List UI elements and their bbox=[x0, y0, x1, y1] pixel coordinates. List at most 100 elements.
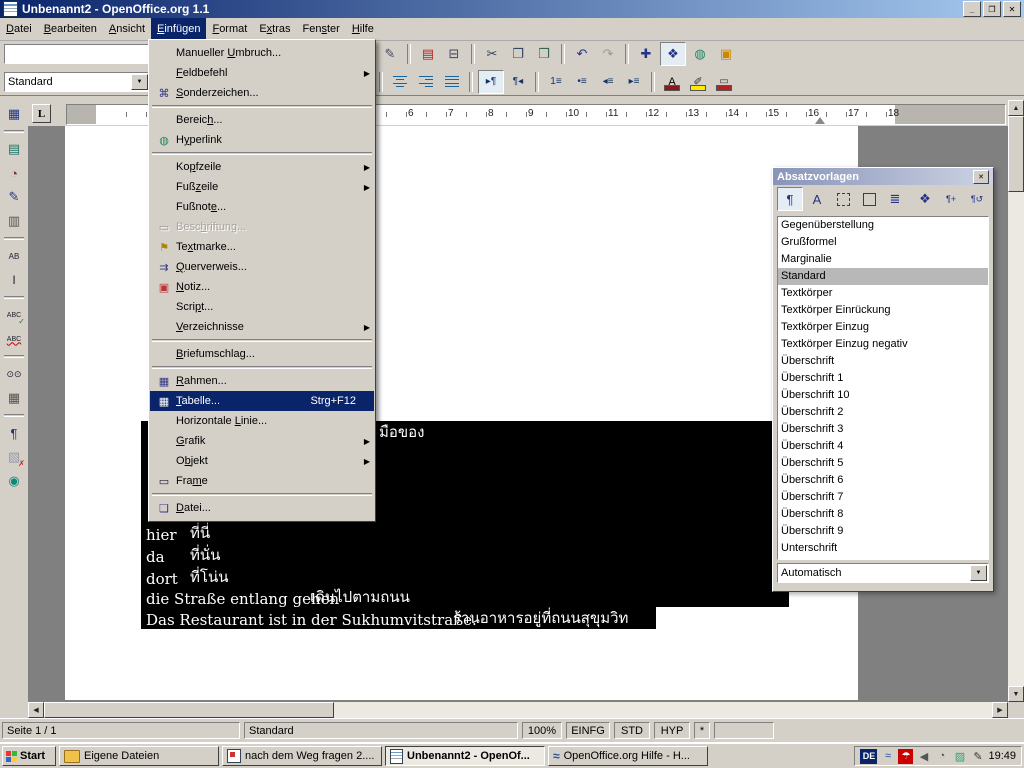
style-list-item[interactable]: Textkörper Einzug bbox=[778, 319, 988, 336]
menu-item[interactable]: ⚑Textmarke... bbox=[150, 237, 374, 257]
menu-item[interactable]: ▣Notiz... bbox=[150, 277, 374, 297]
quickstarter-icon[interactable]: ≈ bbox=[880, 749, 895, 764]
redo-icon[interactable]: ↷ bbox=[596, 43, 620, 65]
close-icon[interactable]: ✕ bbox=[973, 170, 989, 184]
chevron-down-icon[interactable]: ▼ bbox=[970, 565, 987, 581]
style-list-item[interactable]: Textkörper Einzug negativ bbox=[778, 336, 988, 353]
menu-item[interactable]: Grafik▶ bbox=[150, 431, 374, 451]
maximize-button[interactable]: ❐ bbox=[983, 1, 1001, 17]
style-list-item[interactable]: Marginalie bbox=[778, 251, 988, 268]
pen-tablet-icon[interactable]: ✎ bbox=[970, 749, 985, 764]
menubar-item-datei[interactable]: Datei bbox=[0, 18, 38, 40]
ltr-paragraph-icon[interactable]: ▸¶ bbox=[478, 70, 504, 94]
hyperlink-dialog-icon[interactable]: ◍ bbox=[688, 43, 712, 65]
paste-icon[interactable]: ❒ bbox=[532, 43, 556, 65]
menu-item[interactable]: ◍Hyperlink bbox=[150, 130, 374, 150]
rtl-paragraph-icon[interactable]: ¶◂ bbox=[506, 71, 530, 93]
style-list-item[interactable]: Überschrift 3 bbox=[778, 421, 988, 438]
safely-remove-icon[interactable]: ▨ bbox=[952, 749, 967, 764]
chevron-down-icon[interactable]: ▼ bbox=[131, 74, 148, 90]
scroll-down-icon[interactable]: ▼ bbox=[1008, 686, 1024, 702]
style-list-item[interactable]: Textkörper bbox=[778, 285, 988, 302]
style-list-item[interactable]: Standard bbox=[778, 268, 988, 285]
paragraph-style-combo[interactable]: Standard ▼ bbox=[4, 72, 150, 92]
stylist-icon[interactable]: ❖ bbox=[660, 42, 686, 66]
direct-cursor-icon[interactable]: I bbox=[2, 269, 26, 291]
status-empty[interactable] bbox=[714, 722, 774, 739]
menu-item[interactable]: Manueller Umbruch... bbox=[150, 43, 374, 63]
edit-file-icon[interactable]: ✎ bbox=[378, 43, 402, 65]
status-selection-mode[interactable]: STD bbox=[614, 722, 650, 739]
insert-fields-icon[interactable]: ▤ bbox=[2, 138, 26, 160]
style-list-item[interactable]: Überschrift bbox=[778, 353, 988, 370]
style-list-item[interactable]: Unterschrift bbox=[778, 540, 988, 557]
menubar-item-bearbeiten[interactable]: Bearbeiten bbox=[38, 18, 103, 40]
menu-item[interactable]: ⇉Querverweis... bbox=[150, 257, 374, 277]
start-button[interactable]: Start bbox=[2, 746, 56, 766]
character-styles-icon[interactable]: A bbox=[805, 188, 829, 210]
style-list-item[interactable]: Überschrift 2 bbox=[778, 404, 988, 421]
decrease-indent-icon[interactable]: ◂≡ bbox=[596, 71, 620, 93]
menu-item[interactable]: Bereich... bbox=[150, 110, 374, 130]
insert-object-icon[interactable]: ◔ bbox=[2, 162, 26, 184]
menu-item[interactable]: ▦Rahmen... bbox=[150, 371, 374, 391]
nonprinting-characters-icon[interactable]: ¶ bbox=[2, 422, 26, 444]
style-list-item[interactable]: Überschrift 10 bbox=[778, 387, 988, 404]
spellcheck-icon[interactable]: ABC✓ bbox=[2, 304, 26, 326]
horizontal-scrollbar[interactable]: ◀ ▶ bbox=[28, 702, 1008, 718]
highlighting-icon[interactable]: ✐ bbox=[686, 71, 710, 93]
style-list-item[interactable]: Gegenüberstellung bbox=[778, 217, 988, 234]
graphics-onoff-icon[interactable]: ▧✗ bbox=[2, 446, 26, 468]
frame-styles-icon[interactable] bbox=[831, 188, 855, 210]
gallery-icon[interactable]: ▣ bbox=[714, 43, 738, 65]
horizontal-scroll-thumb[interactable] bbox=[44, 702, 334, 718]
style-list-item[interactable]: Überschrift 4 bbox=[778, 438, 988, 455]
menubar-item-hilfe[interactable]: Hilfe bbox=[346, 18, 380, 40]
menu-item[interactable]: ❏Datei... bbox=[150, 498, 374, 518]
status-page-style[interactable]: Standard bbox=[244, 722, 518, 739]
fill-format-mode-icon[interactable]: ❖ bbox=[913, 188, 937, 210]
menu-item[interactable]: Feldbefehl▶ bbox=[150, 63, 374, 83]
navigator-icon[interactable]: ✚ bbox=[634, 43, 658, 65]
dial-icon[interactable]: ◔ bbox=[934, 749, 949, 764]
insert-table-icon[interactable]: ▦ bbox=[2, 103, 26, 125]
menu-item[interactable]: ⌘Sonderzeichen... bbox=[150, 83, 374, 103]
style-list-item[interactable]: Überschrift 6 bbox=[778, 472, 988, 489]
menu-item[interactable]: Fußnote... bbox=[150, 197, 374, 217]
vertical-scroll-thumb[interactable] bbox=[1008, 116, 1024, 192]
menubar-item-ansicht[interactable]: Ansicht bbox=[103, 18, 151, 40]
status-page-indicator[interactable]: Seite 1 / 1 bbox=[2, 722, 240, 739]
right-indent-marker[interactable] bbox=[815, 117, 825, 124]
menu-item[interactable]: Verzeichnisse▶ bbox=[150, 317, 374, 337]
taskbar-task[interactable]: Eigene Dateien bbox=[59, 746, 219, 766]
style-list-item[interactable]: Grußformel bbox=[778, 234, 988, 251]
cut-icon[interactable]: ✂ bbox=[480, 43, 504, 65]
keyboard-layout-indicator[interactable]: DE bbox=[860, 749, 877, 764]
menu-item[interactable]: Fußzeile▶ bbox=[150, 177, 374, 197]
undo-icon[interactable]: ↶ bbox=[570, 43, 594, 65]
taskbar-task[interactable]: nach dem Weg fragen 2.... bbox=[222, 746, 382, 766]
menubar-item-einfügen[interactable]: Einfügen bbox=[151, 18, 206, 40]
status-insert-mode[interactable]: EINFG bbox=[566, 722, 610, 739]
new-style-icon[interactable]: ¶+ bbox=[939, 188, 963, 210]
increase-indent-icon[interactable]: ▸≡ bbox=[622, 71, 646, 93]
paragraph-styles-icon[interactable]: ¶ bbox=[777, 187, 803, 211]
style-group-combo[interactable]: Automatisch ▼ bbox=[777, 563, 989, 583]
status-zoom-level[interactable]: 100% bbox=[522, 722, 562, 739]
style-list-item[interactable]: Überschrift 9 bbox=[778, 523, 988, 540]
menu-item[interactable]: Script... bbox=[150, 297, 374, 317]
style-list-item[interactable]: Überschrift 1 bbox=[778, 370, 988, 387]
menu-item[interactable]: Objekt▶ bbox=[150, 451, 374, 471]
menubar-item-fenster[interactable]: Fenster bbox=[297, 18, 346, 40]
online-layout-icon[interactable]: ◉ bbox=[2, 470, 26, 492]
title-bar[interactable]: Unbenannt2 - OpenOffice.org 1.1 _ ❐ ✕ bbox=[0, 0, 1024, 18]
copy-icon[interactable]: ❐ bbox=[506, 43, 530, 65]
numbered-list-icon[interactable]: 1≡ bbox=[544, 71, 568, 93]
data-sources-icon[interactable]: ▦ bbox=[2, 387, 26, 409]
vertical-scrollbar[interactable]: ▲ ▼ bbox=[1008, 100, 1024, 702]
auto-spellcheck-icon[interactable]: ABC bbox=[2, 328, 26, 350]
status-hyperlink-mode[interactable]: HYP bbox=[654, 722, 690, 739]
menu-item[interactable]: Horizontale Linie... bbox=[150, 411, 374, 431]
style-list-item[interactable]: Überschrift 5 bbox=[778, 455, 988, 472]
tab-type-selector[interactable]: L bbox=[32, 104, 51, 123]
